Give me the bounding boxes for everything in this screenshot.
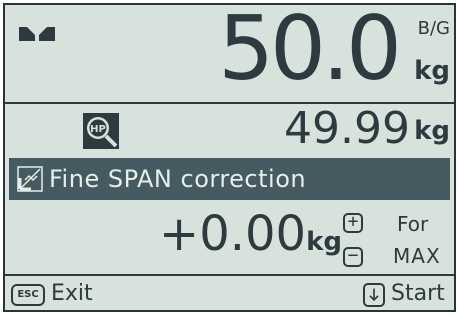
main-weight-unit: kg [414,56,450,86]
correction-unit: kg [306,227,342,257]
svg-text:HP: HP [90,124,106,135]
correction-number: +0.00 [159,206,307,262]
target-max-label: MAX [393,244,441,268]
esc-key-icon[interactable]: ESC [11,284,45,306]
softkey-divider [5,274,454,276]
main-weight-row: 50.0 B/G kg [5,5,454,99]
start-softkey-label[interactable]: Start [391,281,445,307]
stable-indicator-icon [19,27,55,41]
main-weight-value: 50.0 [218,3,402,100]
decrease-key[interactable]: − [343,247,363,267]
high-precision-weight-value: 49.99 [284,103,410,154]
span-adjust-icon [17,166,43,192]
high-precision-magnifier-icon: HP [83,113,119,149]
increase-key[interactable]: + [343,213,363,233]
lcd-screen: 50.0 B/G kg HP 49.99 kg Fine SPAN correc… [3,3,456,312]
menu-title: Fine SPAN correction [49,165,307,193]
exit-softkey-label[interactable]: Exit [51,281,93,307]
high-precision-weight-unit: kg [414,116,450,146]
down-arrow-key-icon[interactable] [363,283,385,307]
gross-net-mode-label: B/G [417,18,450,39]
span-correction-value: +0.00kg [159,205,342,271]
for-label: For [397,212,429,236]
menu-title-bar: Fine SPAN correction [9,158,450,200]
